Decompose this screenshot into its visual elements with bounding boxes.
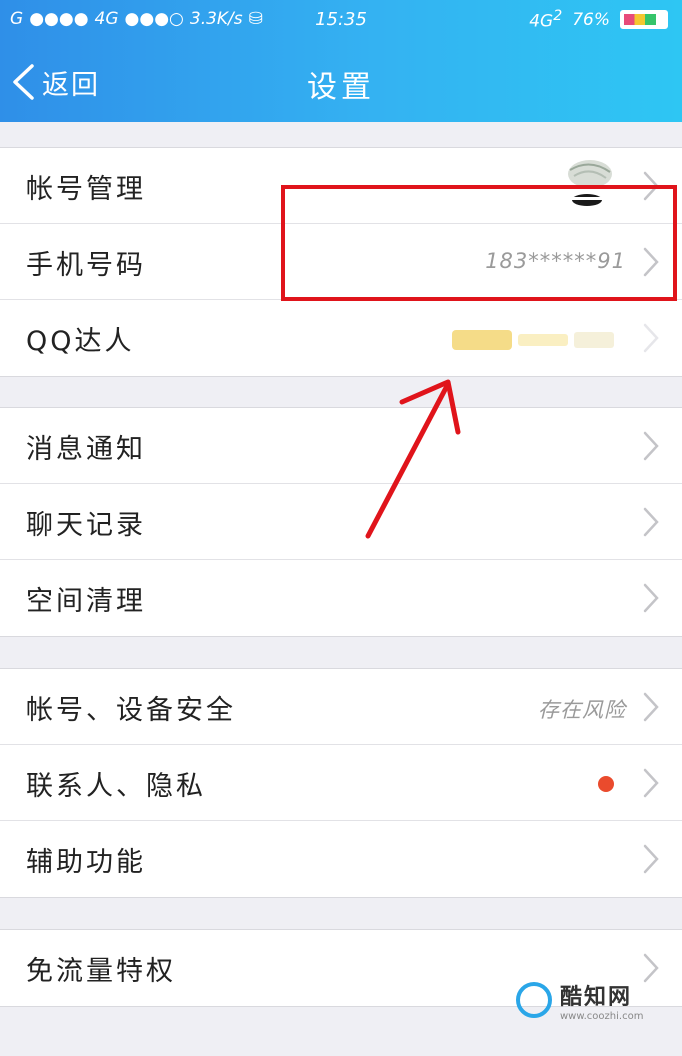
row-label: 手机号码 <box>26 250 146 281</box>
watermark: 酷知网 www.coozhi.com <box>516 972 662 1028</box>
chevron-right-icon <box>643 768 659 798</box>
row-label: 帐号管理 <box>26 174 146 205</box>
row-label: QQ达人 <box>26 326 135 357</box>
status-right: 4G2 76% <box>529 8 668 32</box>
chevron-right-icon <box>643 844 659 874</box>
chevron-right-icon <box>643 431 659 461</box>
settings-group-security: 帐号、设备安全 存在风险 联系人、隐私 辅助功能 <box>0 668 682 898</box>
row-account-security[interactable]: 帐号、设备安全 存在风险 <box>0 669 682 745</box>
badge-icon <box>452 330 614 350</box>
header: G ●●●● 4G ●●●○ 3.3K/s ⛁ 15:35 4G2 76% 返回… <box>0 0 682 122</box>
chevron-right-icon <box>643 507 659 537</box>
network-label-2: 4G2 <box>529 8 563 32</box>
row-contacts-privacy[interactable]: 联系人、隐私 <box>0 745 682 821</box>
battery-percent: 76% <box>572 9 610 30</box>
highlight-box <box>281 185 677 301</box>
annotation-arrow-icon <box>365 379 461 539</box>
page-title: 设置 <box>307 70 375 105</box>
row-chat-history[interactable]: 聊天记录 <box>0 484 682 560</box>
row-label: 联系人、隐私 <box>26 771 206 802</box>
row-label: 帐号、设备安全 <box>26 695 236 726</box>
row-label: 空间清理 <box>26 586 146 617</box>
settings-group-general: 消息通知 聊天记录 空间清理 <box>0 407 682 637</box>
status-bar: G ●●●● 4G ●●●○ 3.3K/s ⛁ 15:35 4G2 76% <box>0 0 682 40</box>
row-label: 辅助功能 <box>26 847 146 878</box>
row-accessibility[interactable]: 辅助功能 <box>0 821 682 897</box>
row-qq-expert[interactable]: QQ达人 <box>0 300 682 376</box>
watermark-logo-icon <box>516 982 552 1018</box>
battery-icon <box>620 10 668 30</box>
row-label: 免流量特权 <box>26 956 176 987</box>
row-label: 聊天记录 <box>26 510 146 541</box>
row-storage-cleanup[interactable]: 空间清理 <box>0 560 682 636</box>
watermark-title: 酷知网 <box>560 984 633 1010</box>
row-notifications[interactable]: 消息通知 <box>0 408 682 484</box>
chevron-right-icon <box>643 692 659 722</box>
notification-dot <box>598 776 614 792</box>
security-status: 存在风险 <box>538 698 626 722</box>
row-label: 消息通知 <box>26 434 146 465</box>
chevron-right-icon <box>643 583 659 613</box>
watermark-url: www.coozhi.com <box>560 1010 644 1022</box>
nav-bar: 返回 设置 <box>0 40 682 122</box>
chevron-right-icon <box>643 323 659 353</box>
